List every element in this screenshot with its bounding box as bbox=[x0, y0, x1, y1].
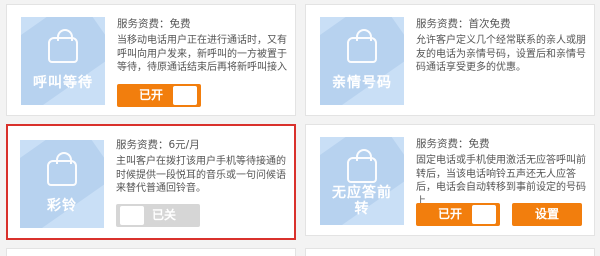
toggle-label: 已开 bbox=[139, 88, 164, 102]
settings-button[interactable]: 设置 bbox=[512, 203, 582, 226]
description-text: 允许客户定义几个经常联系的亲人或朋友的电话为亲情号码，设置后和亲情号码通话享受更… bbox=[416, 35, 586, 73]
service-card-family-numbers: 亲情号码 服务资费：首次免费 允许客户定义几个经常联系的亲人或朋友的电话为亲情号… bbox=[305, 4, 595, 116]
description-text: 当移动电话用户正在进行通话时，又有呼叫向用户发来，新呼叫的一方被置于等待，待原通… bbox=[117, 35, 287, 73]
tile-label: 无应答前转 bbox=[332, 185, 392, 217]
toggle-label: 已开 bbox=[438, 207, 463, 221]
toggle-label: 已关 bbox=[152, 208, 177, 222]
fee-text: 服务资费：免费 bbox=[117, 18, 191, 30]
color-ring-toggle[interactable]: 已关 bbox=[116, 204, 200, 227]
phone-handset-icon bbox=[48, 29, 78, 63]
toggle-knob bbox=[472, 205, 496, 224]
phone-handset-icon bbox=[347, 29, 377, 63]
fee-text: 服务资费：6元/月 bbox=[116, 139, 200, 151]
description-text: 主叫客户在拨打该用户手机等待接通的时候提供一段悦耳的音乐或一句问候语来替代普通回… bbox=[116, 156, 286, 194]
call-waiting-tile: 呼叫等待 bbox=[21, 17, 105, 105]
family-numbers-tile: 亲情号码 bbox=[320, 17, 404, 105]
call-forward-toggle[interactable]: 已开 bbox=[416, 203, 500, 226]
color-ring-tile: 彩铃 bbox=[20, 140, 104, 228]
call-waiting-toggle[interactable]: 已开 bbox=[117, 84, 201, 107]
tile-label: 彩铃 bbox=[47, 198, 77, 214]
service-card-color-ring[interactable]: 彩铃 服务资费：6元/月 主叫客户在拨打该用户手机等待接通的时候提供一段悦耳的音… bbox=[6, 124, 296, 240]
fee-text: 服务资费：首次免费 bbox=[416, 18, 511, 30]
service-card-partial-right bbox=[305, 248, 595, 256]
tile-label: 亲情号码 bbox=[332, 75, 392, 91]
call-forward-tile: 无应答前转 bbox=[320, 137, 404, 225]
tile-label: 呼叫等待 bbox=[33, 75, 93, 91]
service-card-partial-left bbox=[6, 248, 296, 256]
service-card-call-forward: 无应答前转 服务资费：免费 固定电话或手机使用激活无应答呼叫前转后，当该电话响铃… bbox=[305, 124, 595, 236]
phone-handset-icon bbox=[47, 152, 77, 186]
description-text: 固定电话或手机使用激活无应答呼叫前转后，当该电话响铃五声还无人应答后，电话会自动… bbox=[416, 155, 586, 207]
toggle-knob bbox=[173, 86, 197, 105]
phone-handset-icon bbox=[347, 149, 377, 183]
service-card-call-waiting: 呼叫等待 服务资费：免费 当移动电话用户正在进行通话时，又有呼叫向用户发来，新呼… bbox=[6, 4, 296, 116]
toggle-knob bbox=[120, 206, 144, 225]
fee-text: 服务资费：免费 bbox=[416, 138, 490, 150]
